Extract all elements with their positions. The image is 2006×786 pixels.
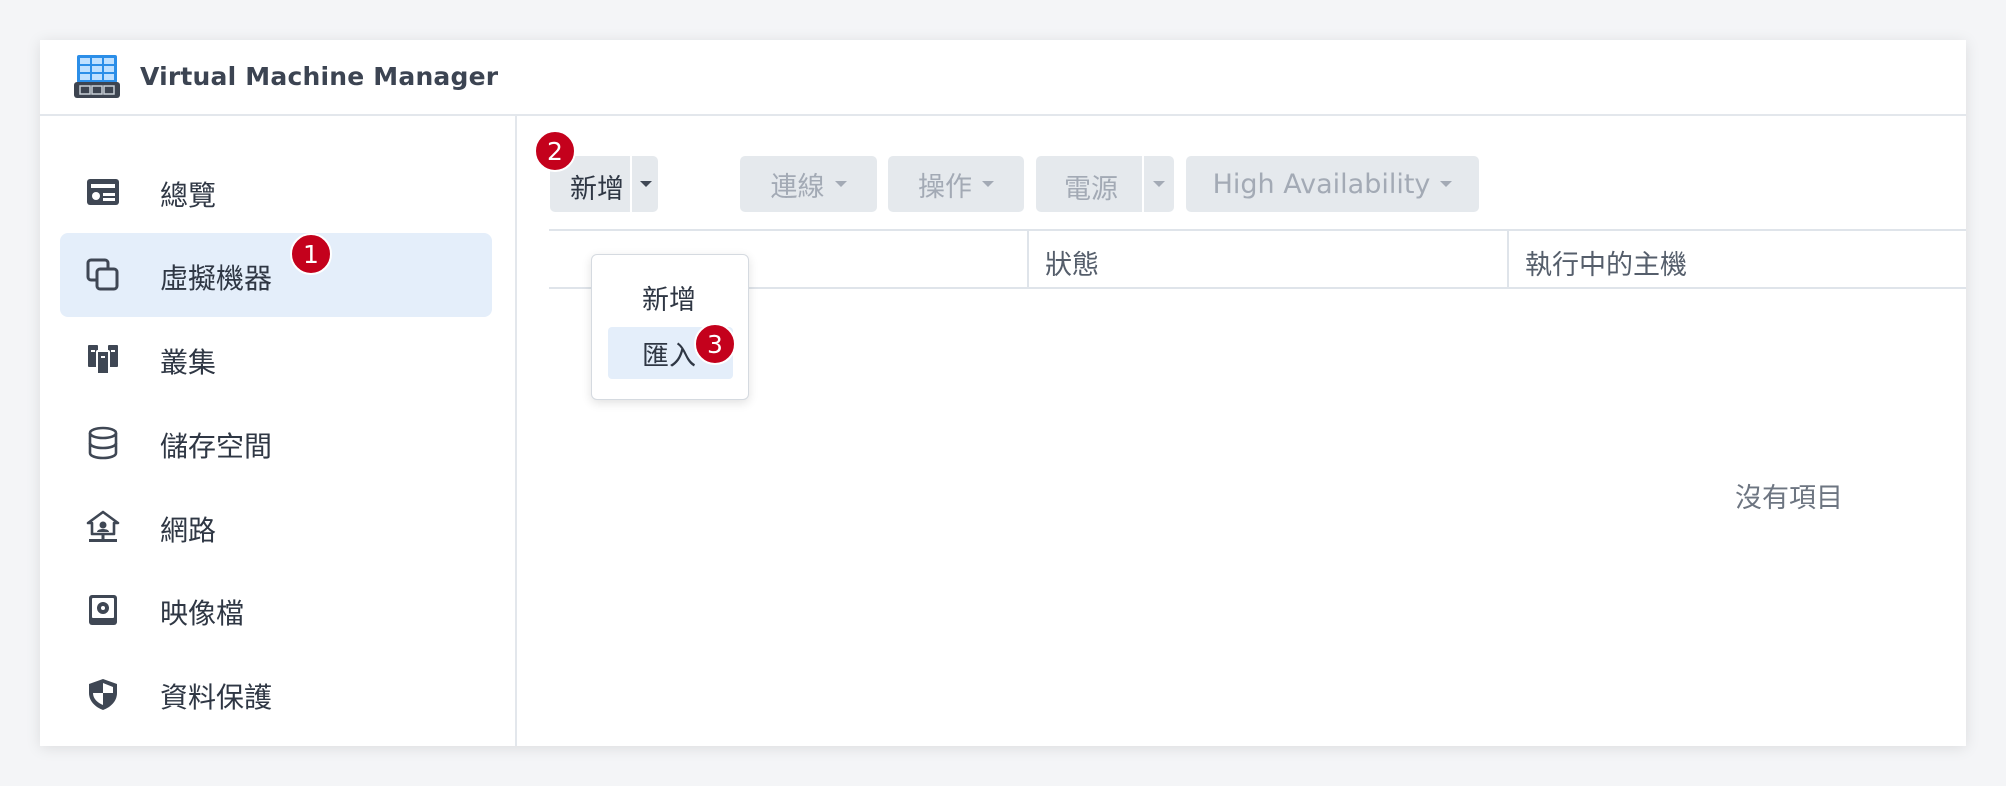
shield-icon (89, 679, 117, 710)
virtual-machine-icon (86, 258, 119, 291)
network-icon (86, 510, 120, 542)
sidebar-item-label: 總覽 (160, 179, 217, 212)
power-dropdown-toggle[interactable] (1144, 156, 1174, 212)
sidebar-item-cluster[interactable]: 叢集 (60, 317, 492, 401)
high-availability-label: High Availability (1212, 168, 1431, 200)
create-dropdown-toggle[interactable] (633, 156, 658, 212)
table-header: 狀態 執行中的主機 (549, 229, 1966, 289)
menu-item-label: 匯入 (642, 340, 696, 372)
chevron-down-icon (639, 181, 652, 187)
column-header-running-host[interactable]: 執行中的主機 (1525, 243, 1687, 282)
main-content: 新增 2 連線 操作 電源 High Availability 狀態 執行中的主… (519, 116, 1966, 746)
storage-icon (88, 426, 118, 460)
create-dropdown-menu: 新增 匯入 3 (591, 254, 749, 400)
menu-item-label: 新增 (642, 284, 696, 316)
sidebar-item-image[interactable]: 映像檔 (60, 568, 492, 652)
column-divider (1027, 231, 1029, 287)
connect-button[interactable]: 連線 (740, 156, 877, 212)
sidebar-item-label: 資料保護 (160, 681, 273, 714)
chevron-down-icon (1153, 181, 1165, 187)
sidebar-item-label: 網路 (160, 514, 217, 547)
chevron-down-icon (834, 181, 847, 187)
app-window: Virtual Machine Manager 總覽 虛擬機器 1 叢集 儲存空… (40, 40, 1966, 746)
create-button[interactable]: 新增 (570, 167, 624, 206)
high-availability-button[interactable]: High Availability (1186, 156, 1479, 212)
vmm-app-icon (74, 55, 120, 98)
power-button[interactable]: 電源 (1064, 167, 1118, 206)
sidebar-item-data-protection[interactable]: 資料保護 (60, 652, 492, 736)
power-button-group: 電源 (1036, 156, 1174, 212)
sidebar-item-label: 映像檔 (160, 597, 245, 630)
image-icon (89, 595, 117, 625)
menu-item-create[interactable]: 新增 (608, 271, 733, 323)
overview-icon (87, 179, 119, 205)
action-button[interactable]: 操作 (888, 156, 1024, 212)
sidebar-item-label: 叢集 (160, 346, 217, 379)
split-divider (630, 156, 632, 212)
sidebar-item-storage[interactable]: 儲存空間 (60, 401, 492, 485)
column-divider (1507, 231, 1509, 287)
sidebar-item-label: 虛擬機器 (160, 262, 273, 295)
action-label: 操作 (918, 171, 972, 203)
sidebar-item-overview[interactable]: 總覽 (60, 150, 492, 234)
annotation-badge: 2 (534, 130, 576, 172)
cluster-icon (88, 345, 118, 375)
title-bar: Virtual Machine Manager (40, 40, 1966, 116)
connect-label: 連線 (770, 171, 825, 203)
annotation-badge: 3 (694, 323, 736, 365)
sidebar-item-label: 儲存空間 (160, 430, 273, 463)
app-title: Virtual Machine Manager (140, 62, 499, 91)
sidebar-item-network[interactable]: 網路 (60, 485, 492, 569)
sidebar: 總覽 虛擬機器 1 叢集 儲存空間 網路 映像檔 資料保護 (40, 116, 517, 746)
chevron-down-icon (982, 181, 994, 187)
sidebar-item-virtual-machine[interactable]: 虛擬機器 1 (60, 233, 492, 317)
empty-list-message: 沒有項目 (1735, 483, 1843, 514)
column-header-status[interactable]: 狀態 (1045, 243, 1099, 282)
chevron-down-icon (1440, 181, 1453, 187)
annotation-badge: 1 (290, 233, 332, 275)
